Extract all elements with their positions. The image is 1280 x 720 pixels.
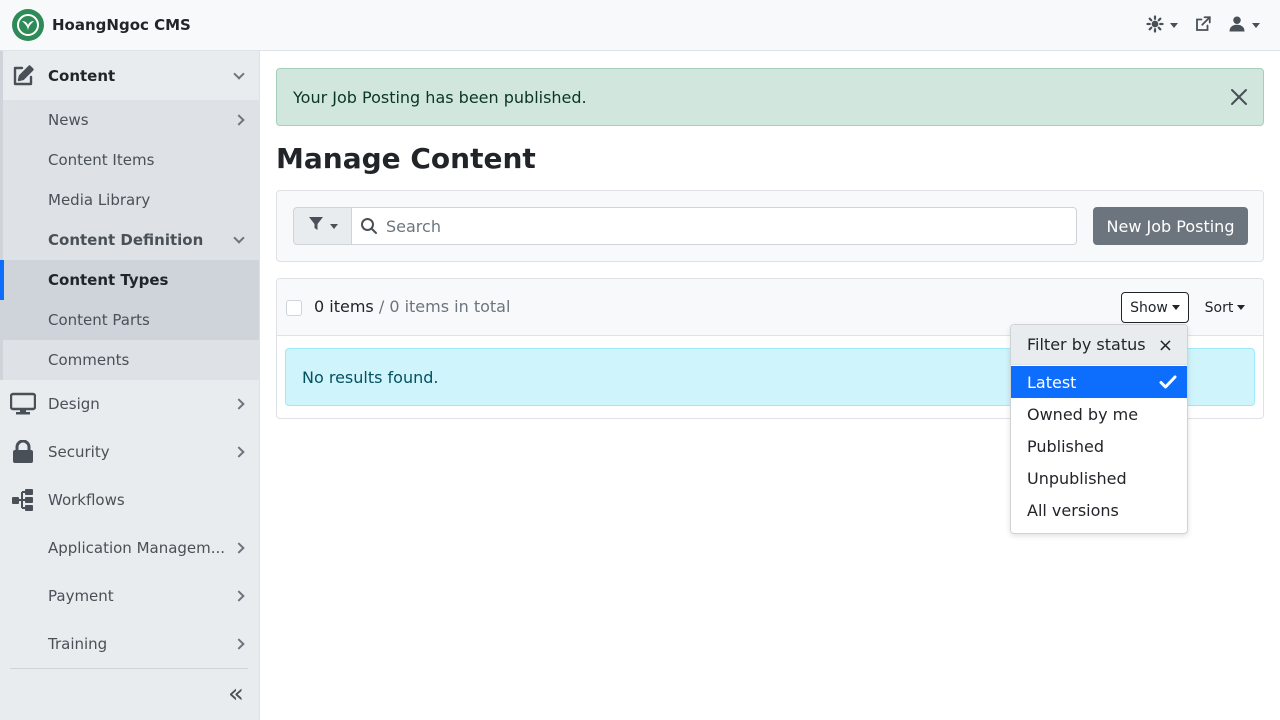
top-navbar: HoangNgoc CMS bbox=[0, 0, 1280, 51]
sidebar-item-payment[interactable]: Payment bbox=[0, 572, 259, 620]
sidebar-item-label: Content Definition bbox=[48, 231, 204, 249]
sidebar-item-content-parts[interactable]: Content Parts bbox=[0, 300, 259, 340]
chevron-right-icon bbox=[233, 114, 245, 126]
dropdown-item-label: Owned by me bbox=[1027, 404, 1139, 424]
sidebar-item-label: Content bbox=[48, 66, 116, 85]
theme-toggle-button[interactable] bbox=[1138, 0, 1186, 51]
select-all-checkbox[interactable] bbox=[286, 300, 302, 316]
sidebar-item-workflows[interactable]: Workflows bbox=[0, 476, 259, 524]
brand[interactable]: HoangNgoc CMS bbox=[12, 9, 191, 41]
sidebar-item-label: Payment bbox=[48, 587, 114, 605]
visit-site-button[interactable] bbox=[1186, 0, 1220, 51]
chevron-right-icon bbox=[233, 542, 245, 554]
sidebar: Content News Content Items Media Library… bbox=[0, 51, 260, 720]
sidebar-item-content-definition[interactable]: Content Definition bbox=[0, 220, 259, 260]
collapse-sidebar-button[interactable]: « bbox=[222, 679, 250, 709]
chevron-down-icon bbox=[329, 223, 338, 229]
theme-icon bbox=[1146, 14, 1164, 37]
user-icon bbox=[1228, 15, 1246, 37]
dropdown-item-published[interactable]: Published bbox=[1011, 430, 1187, 462]
filter-dropdown-button[interactable] bbox=[293, 207, 352, 245]
edit-icon bbox=[10, 63, 36, 89]
dropdown-header: Filter by status × bbox=[1011, 325, 1187, 365]
chevron-down-icon bbox=[233, 232, 245, 244]
sidebar-item-label: Design bbox=[48, 395, 100, 413]
items-count-value: 0 items bbox=[314, 297, 374, 316]
check-icon bbox=[1159, 373, 1177, 391]
close-icon[interactable] bbox=[1229, 87, 1249, 107]
sidebar-item-label: Workflows bbox=[48, 491, 125, 509]
brand-name: HoangNgoc CMS bbox=[52, 16, 191, 34]
filter-bar: New Job Posting bbox=[276, 190, 1264, 262]
chevron-right-icon bbox=[233, 638, 245, 650]
items-count: 0 items / 0 items in total bbox=[314, 297, 510, 316]
dropdown-header-label: Filter by status bbox=[1027, 335, 1146, 354]
sitemap-icon bbox=[10, 487, 36, 513]
success-alert: Your Job Posting has been published. bbox=[276, 68, 1264, 126]
alert-message: Your Job Posting has been published. bbox=[293, 87, 587, 107]
close-icon[interactable]: × bbox=[1158, 335, 1173, 356]
dropdown-item-all-versions[interactable]: All versions bbox=[1011, 494, 1187, 526]
sidebar-item-content-types[interactable]: Content Types bbox=[0, 260, 259, 300]
sidebar-item-label: Media Library bbox=[48, 191, 151, 209]
show-dropdown-button[interactable]: Show bbox=[1121, 292, 1189, 323]
chevron-down-icon bbox=[1252, 23, 1260, 28]
sidebar-item-label: Content Items bbox=[48, 151, 155, 169]
items-total: / 0 items in total bbox=[378, 297, 511, 316]
chevron-down-icon bbox=[1237, 305, 1246, 310]
sidebar-item-design[interactable]: Design bbox=[0, 380, 259, 428]
dropdown-item-owned-by-me[interactable]: Owned by me bbox=[1011, 398, 1187, 430]
external-link-icon bbox=[1194, 15, 1212, 37]
sidebar-item-label: Security bbox=[48, 443, 110, 461]
chevron-right-icon bbox=[233, 398, 245, 410]
sidebar-item-comments[interactable]: Comments bbox=[0, 340, 259, 380]
sidebar-item-label: Content Types bbox=[48, 271, 169, 289]
chevron-down-icon bbox=[1171, 305, 1180, 310]
double-chevron-left-icon: « bbox=[228, 679, 244, 709]
sort-label: Sort bbox=[1204, 299, 1234, 316]
search-box bbox=[351, 207, 1077, 245]
sidebar-item-label: Content Parts bbox=[48, 311, 150, 329]
lock-icon bbox=[10, 439, 36, 465]
desktop-icon bbox=[10, 391, 36, 417]
sidebar-divider bbox=[10, 668, 248, 669]
sidebar-item-security[interactable]: Security bbox=[0, 428, 259, 476]
dropdown-item-label: Latest bbox=[1027, 372, 1077, 392]
empty-message: No results found. bbox=[302, 367, 439, 387]
sidebar-item-training[interactable]: Training bbox=[0, 620, 259, 668]
filter-icon bbox=[308, 216, 324, 236]
dropdown-item-latest[interactable]: Latest bbox=[1011, 366, 1187, 398]
search-icon bbox=[360, 217, 378, 235]
sidebar-item-content[interactable]: Content bbox=[0, 51, 259, 100]
sidebar-item-label: Comments bbox=[48, 351, 130, 369]
dropdown-item-unpublished[interactable]: Unpublished bbox=[1011, 462, 1187, 494]
chevron-right-icon bbox=[233, 446, 245, 458]
show-label: Show bbox=[1130, 299, 1168, 316]
user-menu-button[interactable] bbox=[1220, 0, 1268, 51]
chevron-down-icon bbox=[1170, 23, 1178, 28]
page-title: Manage Content bbox=[276, 142, 536, 175]
sidebar-item-news[interactable]: News bbox=[0, 100, 259, 140]
chevron-down-icon bbox=[233, 67, 245, 80]
sidebar-item-label: News bbox=[48, 111, 89, 129]
sort-dropdown-button[interactable]: Sort bbox=[1199, 292, 1251, 323]
chevron-right-icon bbox=[233, 590, 245, 602]
search-input[interactable] bbox=[386, 216, 1066, 236]
filter-status-dropdown: Filter by status × Latest Owned by me Pu… bbox=[1010, 324, 1188, 534]
sidebar-item-content-items[interactable]: Content Items bbox=[0, 140, 259, 180]
dropdown-item-label: Unpublished bbox=[1027, 468, 1127, 488]
sidebar-item-media-library[interactable]: Media Library bbox=[0, 180, 259, 220]
new-job-posting-button[interactable]: New Job Posting bbox=[1093, 207, 1248, 245]
dropdown-item-label: All versions bbox=[1027, 500, 1119, 520]
sidebar-item-label: Training bbox=[48, 635, 108, 653]
sidebar-item-label: Application Managem... bbox=[48, 539, 226, 557]
dropdown-item-label: Published bbox=[1027, 436, 1105, 456]
sidebar-item-application-management[interactable]: Application Managem... bbox=[0, 524, 259, 572]
brand-logo-icon bbox=[12, 9, 44, 41]
